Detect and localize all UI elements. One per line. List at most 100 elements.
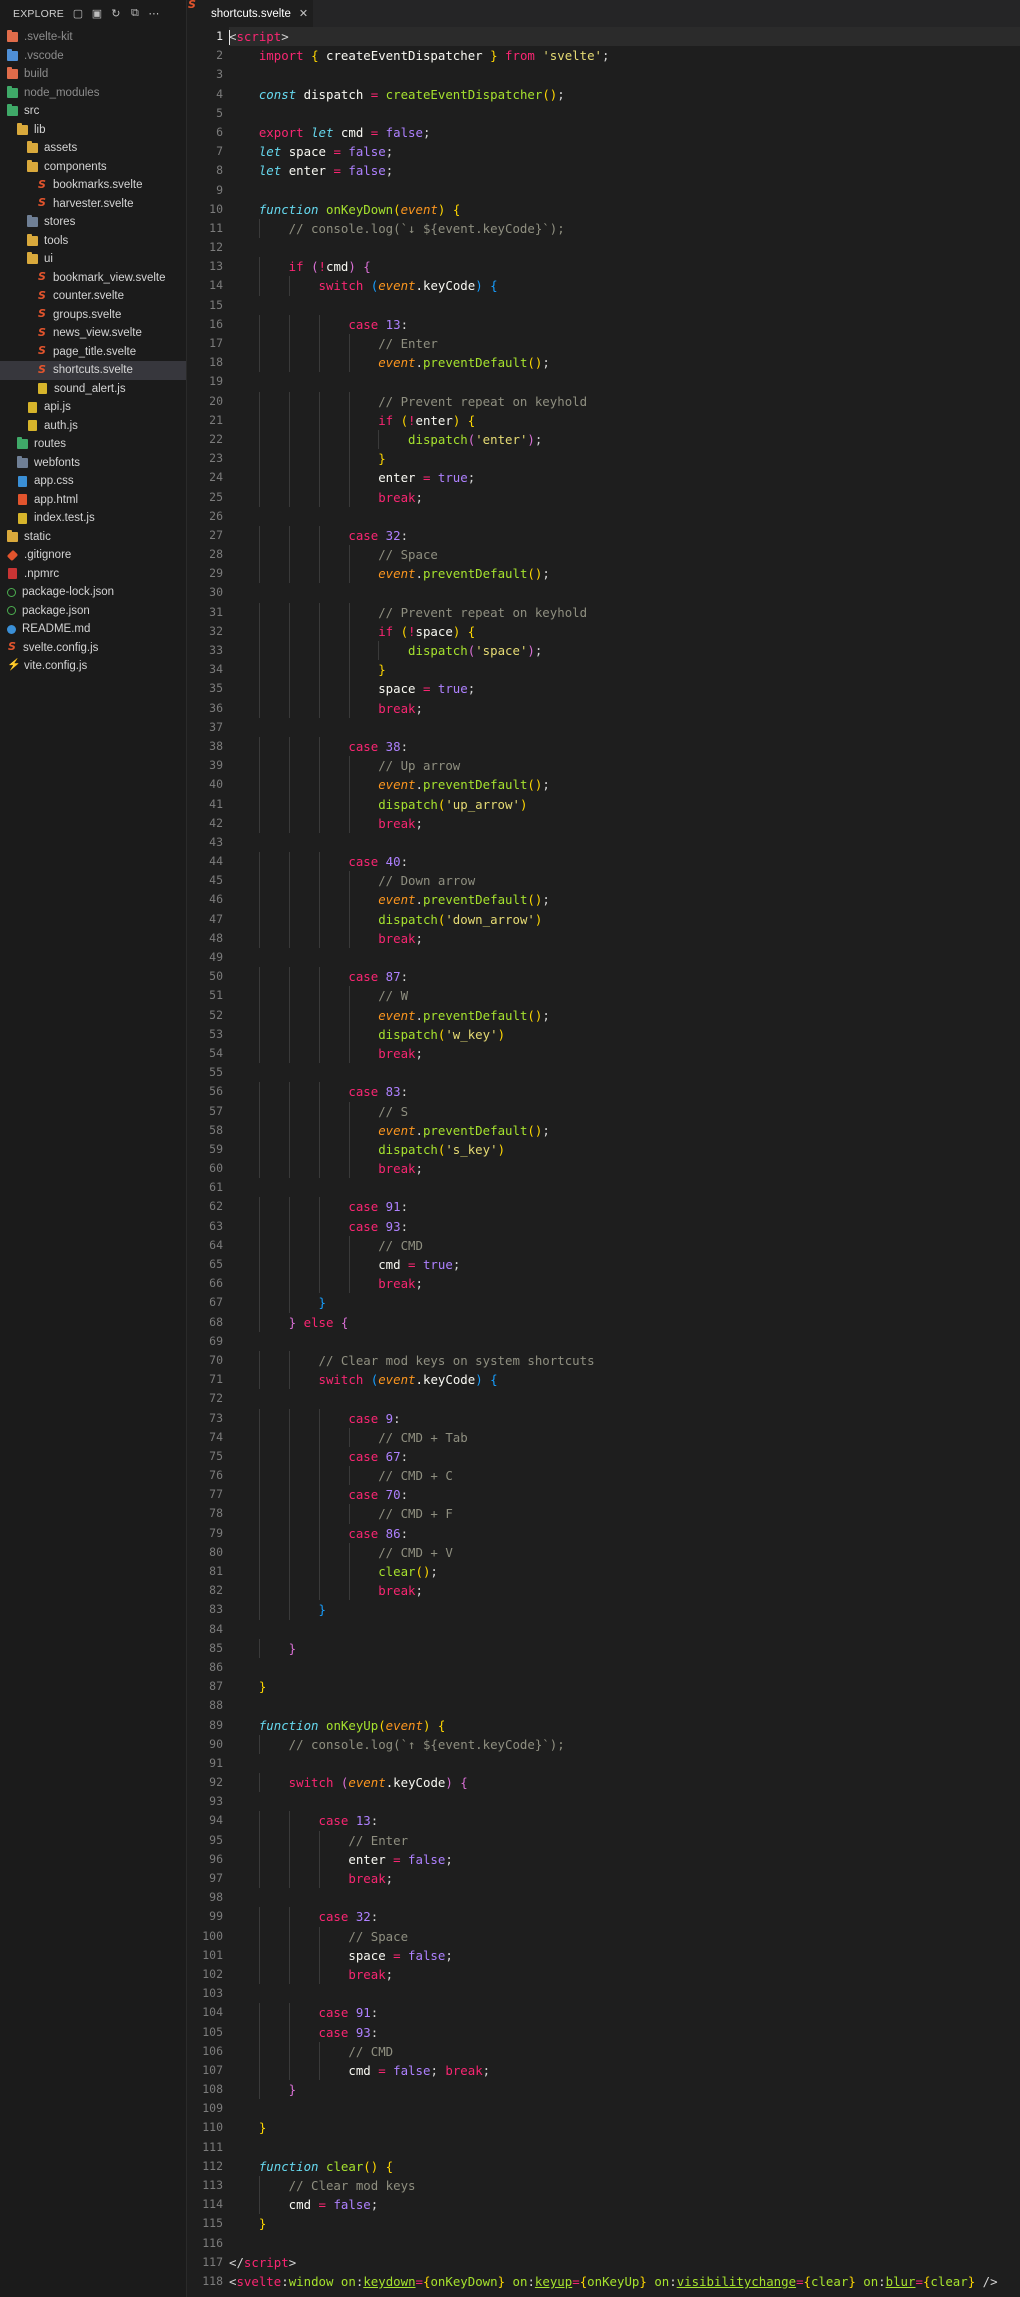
tab-shortcuts-svelte[interactable]: shortcuts.svelte ✕ <box>187 0 313 27</box>
code-token: 13 <box>385 316 401 332</box>
code-line: case 86: <box>229 1523 1020 1543</box>
tree-item[interactable]: tools <box>0 232 186 251</box>
indent-guide <box>318 794 320 814</box>
tree-item[interactable]: package-lock.json <box>0 583 186 602</box>
tree-item[interactable]: .npmrc <box>0 565 186 584</box>
tree-item[interactable]: node_modules <box>0 84 186 103</box>
tree-item[interactable]: harvester.svelte <box>0 195 186 214</box>
tree-item[interactable]: .vscode <box>0 47 186 66</box>
indent-guide <box>318 928 320 948</box>
tree-item[interactable]: webfonts <box>0 454 186 473</box>
code-token: script <box>236 29 282 44</box>
code-token: let <box>311 124 341 140</box>
tree-item[interactable]: app.css <box>0 472 186 491</box>
code-token: } <box>639 2273 655 2289</box>
refresh-icon[interactable]: ↻ <box>110 8 122 20</box>
tree-item[interactable]: src <box>0 102 186 121</box>
svelte-icon <box>37 307 47 320</box>
code-token: // Space <box>229 547 438 563</box>
code-token: event <box>229 1122 416 1138</box>
tree-item[interactable]: static <box>0 528 186 547</box>
tree-item[interactable]: svelte.config.js <box>0 639 186 658</box>
code-token: . <box>415 566 423 582</box>
code-line: let space = false; <box>229 142 1020 161</box>
code-editor[interactable]: 1 2 3 4 5 6 7 8 9 10 11 12 13 14 15 16 17 18 19 20 21 22 23 24 2… <box>187 27 1020 2297</box>
indent-guide <box>288 928 290 948</box>
collapse-icon[interactable]: ⧉ <box>129 7 141 20</box>
explorer-sidebar: EXPLORE... ▢ ▣ ↻ ⧉ ⋯ .svelte-kit .vscode b… <box>0 0 187 2297</box>
test-file-icon <box>18 512 27 524</box>
js-file-icon <box>28 420 37 432</box>
line-number: 3 <box>216 67 223 82</box>
new-folder-icon[interactable]: ▣ <box>91 8 103 20</box>
tree-item[interactable]: page_title.svelte <box>0 343 186 362</box>
more-icon[interactable]: ⋯ <box>148 8 160 20</box>
indent-guide <box>288 1216 290 1236</box>
tree-item[interactable]: package.json <box>0 602 186 621</box>
tree-item[interactable]: bookmark_view.svelte <box>0 269 186 288</box>
tree-item[interactable]: .svelte-kit <box>0 28 186 47</box>
code-token: event <box>378 1372 416 1388</box>
code-line: break; <box>229 487 1020 507</box>
tree-item[interactable]: shortcuts.svelte <box>0 361 186 380</box>
indent-guide <box>318 353 320 373</box>
code-token: 'down_arrow' <box>445 911 535 927</box>
tree-item[interactable]: routes <box>0 435 186 454</box>
code-token: .keyCode <box>415 278 476 294</box>
tree-item[interactable]: .gitignore <box>0 546 186 565</box>
indent-guide <box>318 2041 320 2061</box>
tree-item[interactable]: build <box>0 65 186 84</box>
code-area[interactable]: <script> import { createEventDispatcher … <box>229 27 1020 2291</box>
code-token: space <box>288 144 334 160</box>
code-token: } <box>229 1640 297 1656</box>
line-number: 86 <box>209 1659 223 1674</box>
tree-item[interactable]: auth.js <box>0 417 186 436</box>
tree-item-label: auth.js <box>44 419 78 432</box>
code-token: let <box>229 163 289 179</box>
code-line: dispatch('space'); <box>229 641 1020 661</box>
code-token: false <box>348 163 386 179</box>
code-token: = <box>415 2273 423 2289</box>
line-number: 42 <box>209 815 223 830</box>
code-token: : <box>370 1909 379 1925</box>
tree-item[interactable]: README.md <box>0 620 186 639</box>
tree-item[interactable]: bookmarks.svelte <box>0 176 186 195</box>
tree-item[interactable]: assets <box>0 139 186 158</box>
tree-item[interactable]: vite.config.js <box>0 657 186 676</box>
code-token: from <box>505 48 543 64</box>
indent-guide <box>258 1235 260 1255</box>
tree-item[interactable]: app.html <box>0 491 186 510</box>
tree-item[interactable]: sound_alert.js <box>0 380 186 399</box>
tree-item[interactable]: news_view.svelte <box>0 324 186 343</box>
tree-item[interactable]: lib <box>0 121 186 140</box>
indent-guide <box>288 334 290 354</box>
indent-guide <box>258 679 260 699</box>
indent-guide <box>258 736 260 757</box>
tree-item[interactable]: groups.svelte <box>0 306 186 325</box>
tree-item[interactable]: components <box>0 158 186 177</box>
indent-guide <box>318 1159 320 1179</box>
indent-guide <box>318 1926 320 1946</box>
line-number: 9 <box>216 182 223 197</box>
code-token: onKeyUp <box>587 2273 640 2289</box>
code-token: // CMD <box>229 2043 394 2059</box>
tree-item[interactable]: index.test.js <box>0 509 186 528</box>
code-token: ) <box>534 911 543 927</box>
line-number: 8 <box>216 163 223 178</box>
close-icon[interactable]: ✕ <box>299 7 308 20</box>
tree-item[interactable]: ui <box>0 250 186 269</box>
folder-icon <box>27 141 38 154</box>
indent-guide <box>348 1504 350 1524</box>
new-file-icon[interactable]: ▢ <box>72 8 84 20</box>
tree-item[interactable]: stores <box>0 213 186 232</box>
code-token: event <box>229 355 416 371</box>
tree-item[interactable]: counter.svelte <box>0 287 186 306</box>
code-token: true <box>437 470 468 486</box>
indent-guide <box>258 602 260 622</box>
tree-item[interactable]: api.js <box>0 398 186 417</box>
code-token: ; <box>415 1161 423 1177</box>
code-line: case 91: <box>229 1197 1020 1217</box>
